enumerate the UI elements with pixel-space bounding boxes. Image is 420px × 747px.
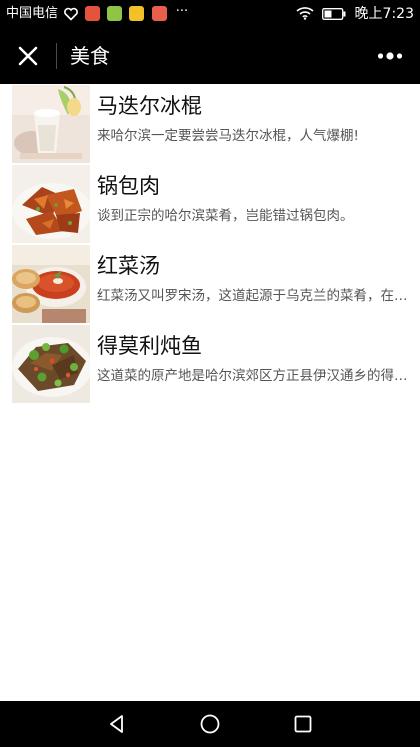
food-title: 马迭尔冰棍 xyxy=(97,94,202,118)
status-time: 晚上7:23 xyxy=(354,6,414,22)
food-list: 马迭尔冰棍 来哈尔滨一定要尝尝马迭尔冰棍，人气爆棚! 锅包肉 谈到正宗的哈尔滨菜… xyxy=(0,84,420,404)
food-thumbnail xyxy=(12,85,90,163)
food-title: 得莫利炖鱼 xyxy=(97,334,202,358)
app-notification-icon xyxy=(85,6,101,21)
close-icon xyxy=(18,46,38,66)
nav-back-button[interactable] xyxy=(97,709,137,739)
app-notification-icon xyxy=(151,6,167,21)
nav-recent-apps-button[interactable] xyxy=(283,709,323,739)
status-bar: 中国电信 ··· 晚上7:23 xyxy=(0,0,420,28)
food-item-demoli-fish[interactable]: 得莫利炖鱼 这道菜的原产地是哈尔滨郊区方正县伊汉通乡的得莫利村 xyxy=(0,324,420,404)
title-divider xyxy=(56,43,57,69)
food-description: 来哈尔滨一定要尝尝马迭尔冰棍，人气爆棚! xyxy=(97,128,359,144)
food-title: 红菜汤 xyxy=(97,254,160,278)
food-title: 锅包肉 xyxy=(97,174,160,198)
back-triangle-icon xyxy=(110,715,123,733)
screen: 中国电信 ··· 晚上7:23 美食 马迭尔冰棍 来哈尔滨一定要尝尝马迭尔冰棍，… xyxy=(0,0,420,747)
food-description: 谈到正宗的哈尔滨菜肴，岂能错过锅包肉。 xyxy=(97,208,354,224)
food-thumbnail xyxy=(12,165,90,243)
food-thumbnail xyxy=(12,245,90,323)
food-item-borscht[interactable]: 红菜汤 红菜汤又叫罗宋汤，这道起源于乌克兰的菜肴，在哈尔滨已有百年历史 xyxy=(0,244,420,324)
more-notifications: ··· xyxy=(175,4,189,19)
carrier-label: 中国电信 xyxy=(6,6,59,21)
food-description: 红菜汤又叫罗宋汤，这道起源于乌克兰的菜肴，在哈尔滨已有百年历史 xyxy=(97,288,417,304)
food-thumbnail xyxy=(12,325,90,403)
notification-icons: ··· xyxy=(64,5,191,23)
close-button[interactable] xyxy=(6,34,50,78)
food-item-guobaorou[interactable]: 锅包肉 谈到正宗的哈尔滨菜肴，岂能错过锅包肉。 xyxy=(0,164,420,244)
heart-notification-icon xyxy=(64,7,78,21)
recent-square-icon xyxy=(294,715,312,733)
home-circle-icon xyxy=(200,714,220,734)
battery-icon xyxy=(322,8,346,20)
nav-home-button[interactable] xyxy=(190,709,230,739)
food-item-madieer-popsicle[interactable]: 马迭尔冰棍 来哈尔滨一定要尝尝马迭尔冰棍，人气爆棚! xyxy=(0,84,420,164)
app-notification-icon xyxy=(107,6,123,21)
app-notification-icon xyxy=(129,6,145,21)
page-title: 美食 xyxy=(70,44,110,68)
more-options-button[interactable] xyxy=(368,38,412,74)
status-right: 晚上7:23 xyxy=(296,5,414,23)
wifi-icon xyxy=(296,6,314,20)
navigation-bar xyxy=(0,701,420,747)
food-description: 这道菜的原产地是哈尔滨郊区方正县伊汉通乡的得莫利村 xyxy=(97,368,417,384)
title-bar: 美食 xyxy=(0,28,420,84)
more-dots-icon xyxy=(377,52,403,60)
